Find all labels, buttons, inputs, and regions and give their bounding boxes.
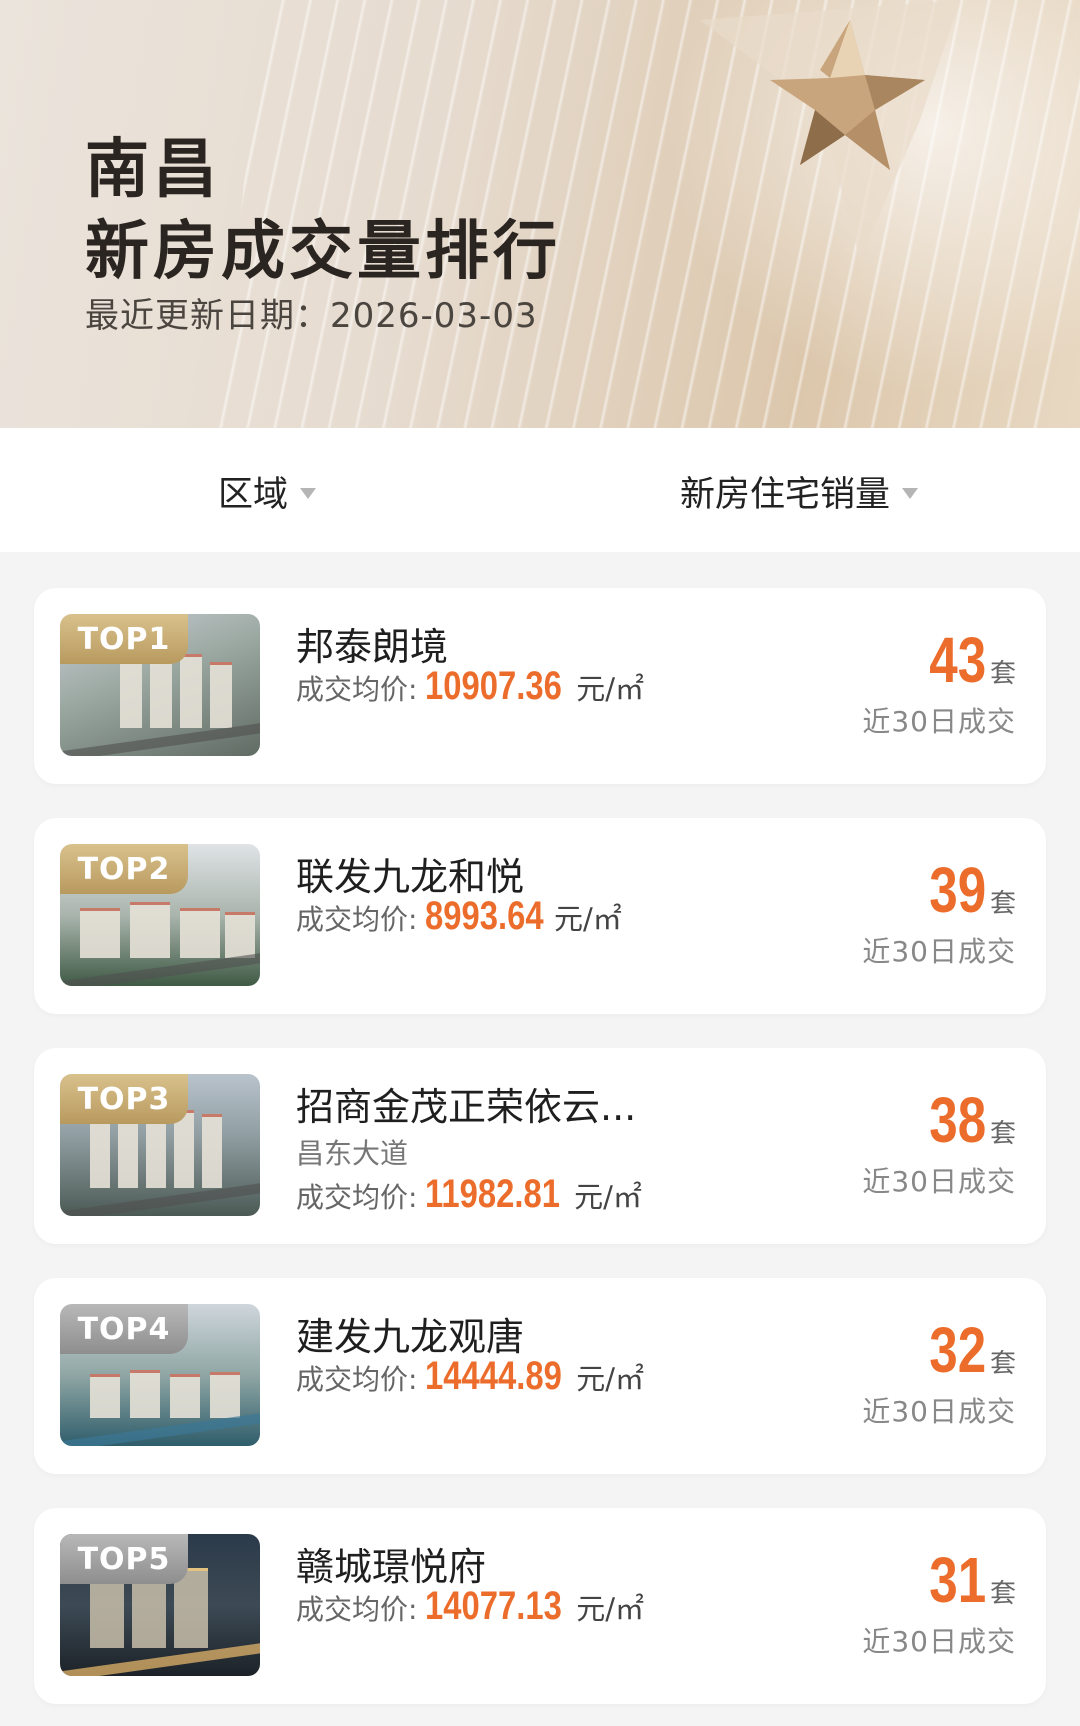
region-filter-dropdown[interactable]: 区域 xyxy=(218,468,317,515)
avg-price: 成交均价: 11982.81 元/㎡ xyxy=(296,1172,642,1222)
project-thumbnail: TOP5 xyxy=(60,1534,260,1676)
sales-count-unit: 套 xyxy=(989,1579,1016,1609)
ranking-card[interactable]: TOP3 招商金茂正荣依云... 昌东大道 成交均价: 11982.81 元/㎡… xyxy=(34,1048,1046,1244)
sales-count-unit: 套 xyxy=(989,1119,1016,1149)
caret-down-icon xyxy=(902,487,919,499)
project-name: 建发九龙观唐 xyxy=(296,1315,525,1359)
rank-badge: TOP1 xyxy=(60,614,188,664)
sales-count: 38 套 近30日成交 xyxy=(816,1088,1016,1200)
sales-count-value: 32 xyxy=(929,1314,986,1386)
region-filter-label: 区域 xyxy=(218,474,289,515)
update-date-value: 2026-03-03 xyxy=(330,296,538,336)
avg-price-value: 14444.89 xyxy=(425,1354,563,1398)
project-thumbnail: TOP1 xyxy=(60,614,260,756)
sales-count-note: 近30日成交 xyxy=(862,705,1016,738)
sales-count: 31 套 近30日成交 xyxy=(816,1548,1016,1660)
sales-count-unit: 套 xyxy=(989,659,1016,689)
update-date-label: 最近更新日期： xyxy=(85,296,330,336)
sales-count-note: 近30日成交 xyxy=(862,1165,1016,1198)
avg-price-label: 成交均价: xyxy=(296,673,418,706)
sales-count-value: 38 xyxy=(929,1084,986,1156)
project-thumbnail: TOP4 xyxy=(60,1304,260,1446)
sales-count-value: 39 xyxy=(929,854,986,926)
project-thumbnail: TOP3 xyxy=(60,1074,260,1216)
header-banner: 南昌 新房成交量排行 最近更新日期：2026-03-03 xyxy=(0,0,1080,428)
avg-price-unit: 元/㎡ xyxy=(576,672,645,706)
rank-badge: TOP3 xyxy=(60,1074,188,1124)
avg-price-label: 成交均价: xyxy=(296,1181,418,1214)
sales-count: 32 套 近30日成交 xyxy=(816,1318,1016,1430)
sales-count-note: 近30日成交 xyxy=(862,935,1016,968)
avg-price-label: 成交均价: xyxy=(296,903,418,936)
project-thumbnail: TOP2 xyxy=(60,844,260,986)
filter-bar: 区域 新房住宅销量 xyxy=(0,428,1080,552)
caret-down-icon xyxy=(300,487,317,499)
city-title: 南昌 xyxy=(85,133,221,207)
sales-count-note: 近30日成交 xyxy=(862,1625,1016,1658)
project-name: 招商金茂正荣依云... xyxy=(296,1085,637,1129)
avg-price-label: 成交均价: xyxy=(296,1593,418,1626)
project-name: 赣城璟悦府 xyxy=(296,1545,487,1589)
ranking-card[interactable]: TOP1 邦泰朗境 成交均价: 10907.36 元/㎡ 43 套 近30日成交 xyxy=(34,588,1046,784)
page-title: 新房成交量排行 xyxy=(85,215,561,289)
avg-price: 成交均价: 8993.64 元/㎡ xyxy=(296,894,622,944)
metric-filter-dropdown[interactable]: 新房住宅销量 xyxy=(680,468,919,515)
sales-count-unit: 套 xyxy=(989,1349,1016,1379)
avg-price-unit: 元/㎡ xyxy=(554,902,622,936)
avg-price: 成交均价: 14077.13 元/㎡ xyxy=(296,1584,644,1634)
project-name: 联发九龙和悦 xyxy=(296,855,525,899)
avg-price: 成交均价: 10907.36 元/㎡ xyxy=(296,664,644,714)
trophy-star-icon xyxy=(700,0,960,260)
sales-count-value: 31 xyxy=(929,1544,986,1616)
avg-price: 成交均价: 14444.89 元/㎡ xyxy=(296,1354,644,1404)
rank-badge: TOP4 xyxy=(60,1304,188,1354)
sales-count-unit: 套 xyxy=(989,889,1016,919)
avg-price-value: 10907.36 xyxy=(425,664,563,708)
ranking-card[interactable]: TOP4 建发九龙观唐 成交均价: 14444.89 元/㎡ 32 套 近30日成… xyxy=(34,1278,1046,1474)
update-date: 最近更新日期：2026-03-03 xyxy=(85,288,538,337)
sales-count-note: 近30日成交 xyxy=(862,1395,1016,1428)
sales-count: 39 套 近30日成交 xyxy=(816,858,1016,970)
avg-price-label: 成交均价: xyxy=(296,1363,418,1396)
project-name: 邦泰朗境 xyxy=(296,625,449,669)
avg-price-value: 14077.13 xyxy=(425,1584,563,1628)
rank-badge: TOP2 xyxy=(60,844,188,894)
ranking-card[interactable]: TOP5 赣城璟悦府 成交均价: 14077.13 元/㎡ 31 套 近30日成交 xyxy=(34,1508,1046,1704)
rank-badge: TOP5 xyxy=(60,1534,188,1584)
avg-price-unit: 元/㎡ xyxy=(576,1362,645,1396)
avg-price-unit: 元/㎡ xyxy=(576,1592,645,1626)
project-location: 昌东大道 xyxy=(296,1137,409,1170)
avg-price-value: 8993.64 xyxy=(425,894,545,938)
metric-filter-label: 新房住宅销量 xyxy=(680,474,891,515)
sales-count-value: 43 xyxy=(929,624,986,696)
sales-count: 43 套 近30日成交 xyxy=(816,628,1016,740)
avg-price-value: 11982.81 xyxy=(425,1172,561,1216)
avg-price-unit: 元/㎡ xyxy=(574,1180,642,1214)
ranking-card[interactable]: TOP2 联发九龙和悦 成交均价: 8993.64 元/㎡ 39 套 近30日成交 xyxy=(34,818,1046,1014)
